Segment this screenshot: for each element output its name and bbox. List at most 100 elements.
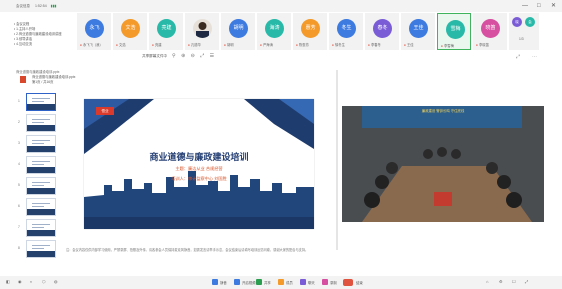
more-icon[interactable]: ⋯ [532,54,537,60]
participant-tile[interactable]: 晓笛 ●李晓笛 [473,13,507,50]
expand-icon[interactable]: ⤢ [516,54,520,60]
participant-tile[interactable]: 王佳 ●王佳 [401,13,435,50]
participant-name-text: 胡明 [227,43,234,47]
participant-tile[interactable]: 春冬 ●李春冬 [365,13,399,50]
participant-tile[interactable]: 亮建 ●亮建 [149,13,183,50]
signal-icon: ▮▮▮ [50,4,57,8]
thumbnail-band [27,104,55,110]
elapsed-time: 1:52:54 [34,4,47,8]
fullscreen-icon[interactable]: ⤢ [200,53,206,59]
thumbnail-line [32,119,50,120]
thumbnail-number: 1 [18,99,20,103]
avatar: 亮建 [157,19,176,38]
toolbar-item-icon[interactable] [300,279,306,285]
security-icon[interactable]: ⬡ [42,279,46,284]
camera-icon[interactable]: ◉ [18,279,22,284]
slide-thumbnail[interactable] [26,177,56,195]
toolbar-item-label[interactable]: 开启视频 [242,280,256,285]
thumbnail-band [27,146,55,152]
speaker-icon[interactable]: ◐ [30,279,32,284]
muted-mic-icon: ● [260,43,262,47]
muted-mic-icon: ● [476,43,478,47]
fullscreen-icon[interactable]: ⤢ [525,279,528,284]
participant-name: ●文浩 [116,42,126,47]
participant-overflow[interactable]: 晓 会 1/3 [509,13,539,50]
file-name[interactable]: 商业道德与廉政建设培训.pptx [32,75,75,80]
avatar: 王佳 [409,19,428,38]
muted-mic-icon: ● [332,43,334,47]
slide-thumbnail[interactable] [26,156,56,174]
speaker-video[interactable]: 廉政建设 警钟长鸣 守住底线 [342,106,544,222]
thumbnail-number: 8 [18,246,20,250]
thumbnail-band [27,209,55,215]
slide-artwork [84,99,314,229]
participant-tile[interactable]: 永飞 ●永飞飞（我） [77,13,111,50]
zoom-out-icon[interactable]: ⊖ [191,53,197,59]
video-frame [342,106,544,222]
meeting-id[interactable]: 会议信息 [16,4,30,8]
slide-subtitle: 主题：廉洁从业 合规经营 [175,166,223,171]
muted-mic-icon: ● [224,43,226,47]
home-icon[interactable]: ⌂ [486,279,488,284]
participant-name-text: 永飞飞（我） [83,43,103,47]
avatar: 文浩 [121,19,140,38]
thumbnail-line [32,245,50,246]
participant-name: ●陈惠芳 [296,42,309,47]
thumbnail-line [32,203,50,204]
toolbar-item-label[interactable]: 共享 [264,280,271,285]
toolbar-item-icon[interactable] [256,279,262,285]
slide-trainer: 培训人：审计监察中心 刘国胜 [171,176,227,181]
participant-tile[interactable]: 雪梅 ●李雪梅 [437,13,471,50]
settings-icon[interactable]: ◍ [54,279,58,284]
thumbnail-number: 3 [18,141,20,145]
share-toolbar: ⚲ ⊕ ⊖ ⤢ ☰ [172,53,216,59]
toolbar-item-label[interactable]: 静音 [220,280,227,285]
participant-tile[interactable]: 文浩 ●文浩 [113,13,147,50]
participant-tile[interactable]: 海涛 ●严海涛 [257,13,291,50]
muted-mic-icon: ● [116,43,118,47]
participant-tile[interactable]: 惠芳 ●陈惠芳 [293,13,327,50]
slide-title: 商业道德与廉政建设培训 [149,153,249,163]
window-icon[interactable]: ☐ [512,279,516,284]
toolbar-item-label[interactable]: 成员 [286,280,293,285]
zoom-in-icon[interactable]: ⊕ [181,53,187,59]
participant-name-text: 文浩 [119,43,126,47]
slide-thumbnail[interactable] [26,198,56,216]
slide-thumbnail[interactable] [26,93,56,111]
participant-name-text: 徐冬生 [335,43,345,47]
leave-button[interactable] [343,279,353,286]
participant-name: ●王佳 [404,42,414,47]
avatar: 永飞 [85,19,104,38]
thumbnail-band [27,125,55,131]
toolbar-item-label[interactable]: 录制 [330,280,337,285]
gear-icon[interactable]: ⚙ [499,279,503,284]
minimize-button[interactable]: — [522,3,528,9]
toolbar-item-icon[interactable] [278,279,284,285]
avatar: 胡明 [229,19,248,38]
participant-tile[interactable]: 冬生 ●徐冬生 [329,13,363,50]
thumbnail-band [27,251,55,257]
slide-thumbnail[interactable] [26,135,56,153]
doc-file-info: 商业道德与廉政建设培训.pptx 第1页 / 共16页 [32,75,75,84]
toolbar-item-icon[interactable] [322,279,328,285]
toolbar-item-icon[interactable] [212,279,218,285]
thumbnail-line [32,161,50,162]
participant-tile[interactable]: 胡明 ●胡明 [221,13,255,50]
slide-thumbnail[interactable] [26,240,56,258]
thumbnail-number: 6 [18,204,20,208]
thumbnail-band [27,230,55,236]
search-icon[interactable]: ⚲ [172,53,178,59]
doc-header: 商业道德与廉政建设培训.pptx [16,70,60,74]
mic-icon[interactable]: ◧ [6,279,10,284]
participant-tile[interactable]: ●孔德华 [185,13,219,50]
menu-icon[interactable]: ☰ [210,53,216,59]
participant-name: ●严海涛 [260,42,273,47]
slide-thumbnail[interactable] [26,219,56,237]
close-button[interactable]: ✕ [551,3,556,9]
thumbnail-line [32,227,44,228]
doc-scrollbar[interactable] [336,70,338,250]
slide-thumbnail[interactable] [26,114,56,132]
toolbar-item-label[interactable]: 聊天 [308,280,315,285]
toolbar-item-icon[interactable] [234,279,240,285]
maximize-button[interactable]: □ [537,3,541,9]
